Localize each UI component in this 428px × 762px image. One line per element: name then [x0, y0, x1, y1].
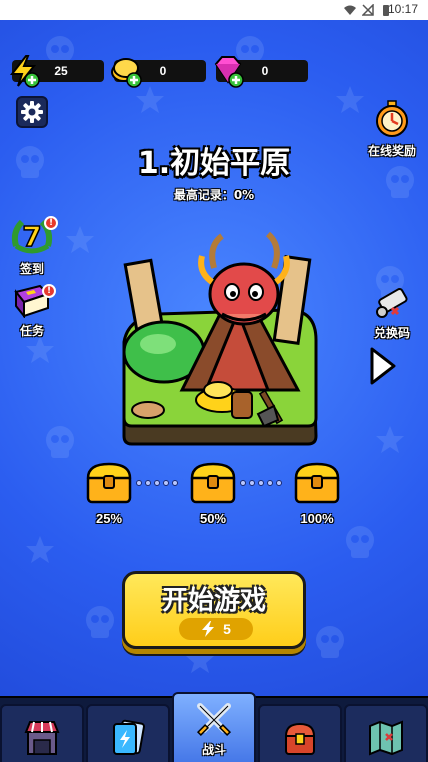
gear-icon [21, 101, 43, 123]
tasks-label: 任务 [19, 324, 44, 338]
next-level-arrow-icon[interactable] [368, 346, 398, 386]
progress-dots [240, 480, 282, 490]
scroll-icon [376, 288, 408, 318]
coin-value: 0 [159, 64, 167, 78]
energy-value: 25 [54, 64, 68, 78]
tasks-button[interactable]: 任务 ! [2, 284, 62, 339]
level-title: 1.初始平原 [137, 146, 291, 181]
shop-icon [24, 721, 60, 755]
stopwatch-icon [376, 100, 408, 137]
add-gem-icon[interactable] [210, 54, 246, 88]
signin-notification-badge: ! [44, 216, 58, 230]
redeem-code-button[interactable]: 兑换码 [362, 284, 422, 341]
energy-cost: 5 [179, 618, 253, 640]
add-coin-icon[interactable] [108, 54, 144, 88]
chest-icon[interactable] [292, 460, 342, 506]
tab-cards[interactable] [86, 704, 170, 762]
redeem-code-label: 兑换码 [373, 326, 410, 340]
cards-icon [113, 719, 145, 755]
map-icon [369, 720, 403, 756]
bottom-nav: 战斗 [0, 692, 428, 762]
signin-button[interactable]: 7 签到 ! [2, 216, 62, 277]
tab-battle[interactable]: 战斗 [172, 692, 256, 762]
gem-value: 0 [261, 64, 269, 78]
milestone-label: 25% [95, 511, 123, 526]
add-energy-icon[interactable] [6, 54, 42, 88]
wifi-icon [344, 5, 356, 15]
milestone-label: 100% [300, 511, 334, 526]
treasure-chest-icon [284, 722, 316, 755]
best-record: 最高记录：0% [173, 188, 255, 202]
clock: 10:17 [387, 2, 418, 16]
tab-chest[interactable] [258, 704, 342, 762]
tab-battle-label: 战斗 [201, 743, 226, 757]
level-scene-image [122, 231, 318, 446]
tasks-notification-badge: ! [42, 284, 56, 298]
no-signal-icon [362, 4, 374, 16]
tab-shop[interactable] [0, 704, 84, 762]
chest-icon[interactable] [84, 460, 134, 506]
milestone-label: 50% [199, 511, 227, 526]
tab-map[interactable] [344, 704, 428, 762]
status-bar: 10:17 [0, 0, 428, 20]
signin-day-number: 7 [22, 220, 41, 253]
energy-cost-value: 5 [223, 621, 231, 637]
lightning-icon [202, 621, 215, 637]
progress-dots [136, 480, 178, 490]
crossed-swords-icon [196, 703, 232, 737]
start-game-label: 开始游戏 [161, 586, 266, 616]
start-game-button[interactable]: 开始游戏 5 [122, 571, 306, 649]
signin-label: 签到 [19, 262, 44, 276]
chest-icon[interactable] [188, 460, 238, 506]
settings-button[interactable] [16, 96, 48, 128]
